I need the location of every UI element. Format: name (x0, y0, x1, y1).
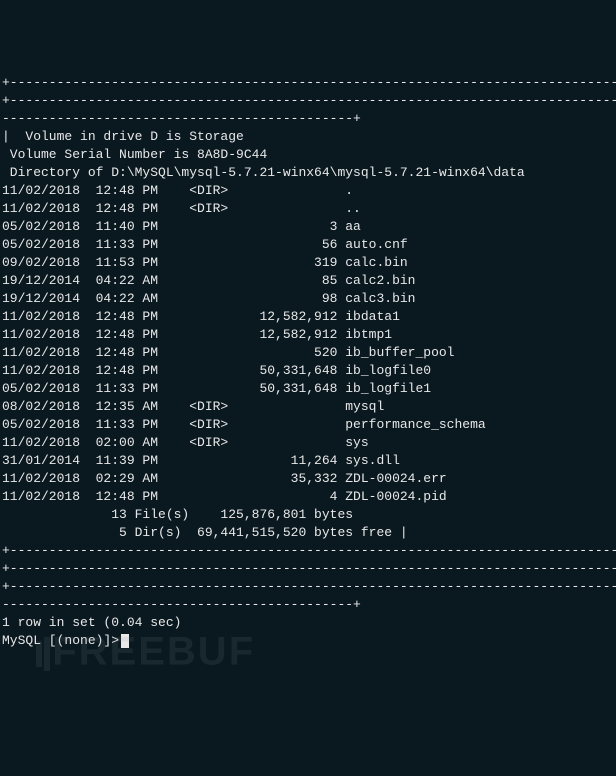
border-line: +---------------------------------------… (2, 560, 614, 578)
dir-entry: 11/02/2018 12:48 PM 520 ib_buffer_pool (2, 344, 614, 362)
mysql-prompt-line: MySQL [(none)]> (2, 632, 614, 650)
cursor[interactable] (121, 634, 129, 648)
dir-entry: 11/02/2018 02:00 AM <DIR> sys (2, 434, 614, 452)
dir-entry: 11/02/2018 12:48 PM 4 ZDL-00024.pid (2, 488, 614, 506)
serial-line: Volume Serial Number is 8A8D-9C44 (2, 146, 614, 164)
terminal-output: +---------------------------------------… (2, 74, 614, 650)
volume-line: | Volume in drive D is Storage (2, 128, 614, 146)
dir-entry: 11/02/2018 02:29 AM 35,332 ZDL-00024.err (2, 470, 614, 488)
directory-of-line: Directory of D:\MySQL\mysql-5.7.21-winx6… (2, 164, 614, 182)
dir-entry: 31/01/2014 11:39 PM 11,264 sys.dll (2, 452, 614, 470)
border-line: ----------------------------------------… (2, 596, 614, 614)
dir-entry: 11/02/2018 12:48 PM 50,331,648 ib_logfil… (2, 362, 614, 380)
dir-entry: 05/02/2018 11:33 PM <DIR> performance_sc… (2, 416, 614, 434)
border-line: +---------------------------------------… (2, 92, 614, 110)
dir-entry: 05/02/2018 11:33 PM 50,331,648 ib_logfil… (2, 380, 614, 398)
dir-entry: 11/02/2018 12:48 PM <DIR> . (2, 182, 614, 200)
dir-entry: 19/12/2014 04:22 AM 98 calc3.bin (2, 290, 614, 308)
border-line: +---------------------------------------… (2, 542, 614, 560)
dir-entry: 11/02/2018 12:48 PM 12,582,912 ibdata1 (2, 308, 614, 326)
dir-entry: 11/02/2018 12:48 PM 12,582,912 ibtmp1 (2, 326, 614, 344)
summary-files: 13 File(s) 125,876,801 bytes (2, 506, 614, 524)
dir-entry: 11/02/2018 12:48 PM <DIR> .. (2, 200, 614, 218)
border-line: ----------------------------------------… (2, 110, 614, 128)
dir-entry: 05/02/2018 11:40 PM 3 aa (2, 218, 614, 236)
border-line: +---------------------------------------… (2, 578, 614, 596)
dir-entry: 09/02/2018 11:53 PM 319 calc.bin (2, 254, 614, 272)
border-line: +---------------------------------------… (2, 74, 614, 92)
mysql-prompt: MySQL [(none)]> (2, 632, 119, 650)
dir-entry: 08/02/2018 12:35 AM <DIR> mysql (2, 398, 614, 416)
dir-entry: 05/02/2018 11:33 PM 56 auto.cnf (2, 236, 614, 254)
summary-dirs: 5 Dir(s) 69,441,515,520 bytes free | (2, 524, 614, 542)
status-line: 1 row in set (0.04 sec) (2, 614, 614, 632)
dir-entry: 19/12/2014 04:22 AM 85 calc2.bin (2, 272, 614, 290)
